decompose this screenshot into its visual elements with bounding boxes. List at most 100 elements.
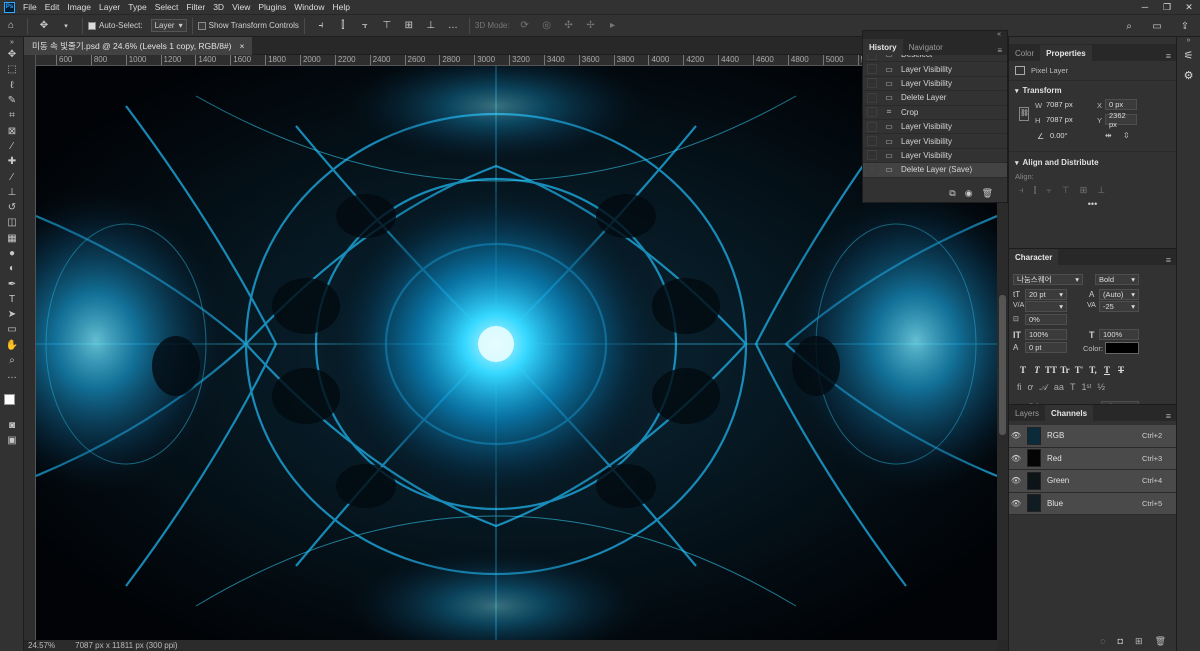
tab-color[interactable]: Color [1009,45,1040,61]
menu-image[interactable]: Image [63,2,95,12]
y-field[interactable]: 2362 px [1105,111,1137,129]
history-source-checkbox[interactable] [867,55,877,60]
history-state-row[interactable]: ▭ Layer Visibility [863,149,1007,164]
history-state-row[interactable]: ⌗ Crop [863,106,1007,120]
menu-type[interactable]: Type [124,2,150,12]
stamp-tool-icon[interactable]: ⊥ [0,185,24,200]
menu-edit[interactable]: Edit [41,2,64,12]
hand-tool-icon[interactable]: ✋ [0,338,24,353]
blur-tool-icon[interactable]: ● [0,246,24,261]
horizontal-scale-field[interactable]: 100% [1099,329,1139,340]
zoom-level[interactable]: 24.57% [28,641,55,650]
ligature-icon[interactable]: ﬁ [1017,382,1022,393]
type-tool-icon[interactable]: T [0,292,24,307]
search-icon[interactable]: ⌕ [1120,18,1138,34]
old-style-icon[interactable]: ơ [1028,382,1034,393]
alternates-icon[interactable]: aa [1054,382,1064,393]
fractions-icon[interactable]: ½ [1097,382,1105,393]
close-window-icon[interactable]: ✕ [1178,0,1200,14]
home-icon[interactable]: ⌂ [2,18,20,34]
superscript-button[interactable]: T' [1073,364,1085,375]
history-state-row[interactable]: ▭ Delete Layer (Save) [863,163,1007,178]
font-size-field[interactable]: 20 pt ▾ [1025,289,1067,300]
history-source-checkbox[interactable] [867,164,877,175]
height-field[interactable]: 7087 px [1043,114,1081,125]
history-source-checkbox[interactable] [867,121,877,132]
maximize-icon[interactable]: ❐ [1156,0,1178,14]
new-document-from-state-icon[interactable]: ⧉ [949,188,955,199]
3d-slide-icon[interactable]: ✢ [582,18,600,34]
channel-row-blue[interactable]: 👁 Blue Ctrl+5 [1009,492,1176,515]
workspace-icon[interactable]: ▭ [1148,18,1166,34]
history-state-row[interactable]: ▭ Delete Layer [863,91,1007,106]
align-left-icon[interactable]: ⫞ [312,18,330,34]
more-icon[interactable]: ••• [1015,199,1170,209]
quick-mask-icon[interactable]: ◙ [0,418,24,433]
more-options-icon[interactable]: … [444,18,462,34]
tab-channels[interactable]: Channels [1045,405,1094,421]
minimize-icon[interactable]: ─ [1134,0,1156,14]
panel-menu-icon[interactable]: ≡ [1161,411,1176,421]
screen-mode-icon[interactable]: ▣ [0,433,24,448]
flip-vertical-icon[interactable]: ⇳ [1123,131,1130,140]
flip-horizontal-icon[interactable]: ⇹ [1105,131,1112,140]
load-selection-icon[interactable]: ◌ [1100,636,1105,647]
zoom-tool-icon[interactable]: ⌕ [0,353,24,368]
document-tab[interactable]: 미동 속 빛줄기.psd @ 24.6% (Levels 1 copy, RGB… [24,37,253,55]
eye-icon[interactable]: 👁 [1009,454,1023,463]
align-vcenter-icon[interactable]: ⊞ [1080,185,1088,196]
tab-properties[interactable]: Properties [1040,45,1092,61]
eyedropper-tool-icon[interactable]: ⁄ [0,139,24,154]
auto-select-dropdown[interactable]: Layer ▾ [150,19,187,32]
adjustments-icon[interactable]: ⚟ [1177,45,1200,65]
eye-icon[interactable]: 👁 [1009,476,1023,485]
transform-controls-checkbox[interactable] [197,21,206,30]
marquee-tool-icon[interactable]: ⬚ [0,62,24,77]
channel-row-red[interactable]: 👁 Red Ctrl+3 [1009,447,1176,470]
delete-state-icon[interactable]: 🗑 [982,188,993,199]
brush-settings-icon[interactable]: ⚙ [1177,65,1200,85]
3d-pan-icon[interactable]: ✣ [560,18,578,34]
faux-bold-button[interactable]: T [1017,364,1029,375]
align-top-icon[interactable]: ⊤ [1062,185,1070,196]
leading-field[interactable]: (Auto) ▾ [1099,289,1139,300]
subscript-button[interactable]: T, [1087,364,1099,375]
x-field[interactable]: 0 px [1105,99,1137,110]
new-snapshot-icon[interactable]: ◉ [965,188,973,199]
tsume-field[interactable]: 0% [1025,314,1067,325]
vertical-scroll-thumb[interactable] [999,295,1006,435]
menu-help[interactable]: Help [328,2,353,12]
pen-tool-icon[interactable]: ✒ [0,276,24,291]
eye-icon[interactable]: 👁 [1009,499,1023,508]
share-icon[interactable]: ⇪ [1176,18,1194,34]
history-source-checkbox[interactable] [867,107,877,118]
3d-scale-icon[interactable]: ▸ [604,18,622,34]
vertical-ruler[interactable] [24,55,36,640]
lasso-tool-icon[interactable]: ℓ [0,78,24,93]
menu-select[interactable]: Select [151,2,183,12]
channel-row-rgb[interactable]: 👁 RGB Ctrl+2 [1009,425,1176,448]
history-source-checkbox[interactable] [867,136,877,147]
tab-layers[interactable]: Layers [1009,405,1045,421]
tracking-field[interactable]: -25 ▾ [1099,301,1139,312]
text-color-swatch[interactable] [1105,342,1139,354]
align-center-icon[interactable]: ⫿ [334,18,352,34]
align-hcenter-icon[interactable]: ⫿ [1034,185,1037,196]
horizontal-ruler[interactable]: 600 800 1000 1200 1400 1600 1800 2000 2200 2400 26… [36,55,997,66]
save-selection-icon[interactable]: ◘ [1118,636,1123,647]
small-caps-button[interactable]: Tr [1059,364,1071,375]
kerning-field[interactable]: ▾ [1025,301,1067,312]
channel-row-green[interactable]: 👁 Green Ctrl+4 [1009,470,1176,493]
menu-view[interactable]: View [228,2,254,12]
link-dimensions-icon[interactable]: ⛓ [1019,107,1029,121]
menu-window[interactable]: Window [290,2,328,12]
width-field[interactable]: 7087 px [1043,99,1081,110]
baseline-shift-field[interactable]: 0 pt [1025,342,1067,353]
tab-navigator[interactable]: Navigator [903,39,949,55]
history-state-row[interactable]: ▭ Layer Visibility [863,120,1007,135]
align-bottom-icon[interactable]: ⊥ [1097,185,1105,196]
history-source-checkbox[interactable] [867,92,877,103]
frame-tool-icon[interactable]: ⊠ [0,123,24,138]
align-right-icon[interactable]: ⫟ [1046,185,1051,196]
align-bottom-icon[interactable]: ⊥ [422,18,440,34]
